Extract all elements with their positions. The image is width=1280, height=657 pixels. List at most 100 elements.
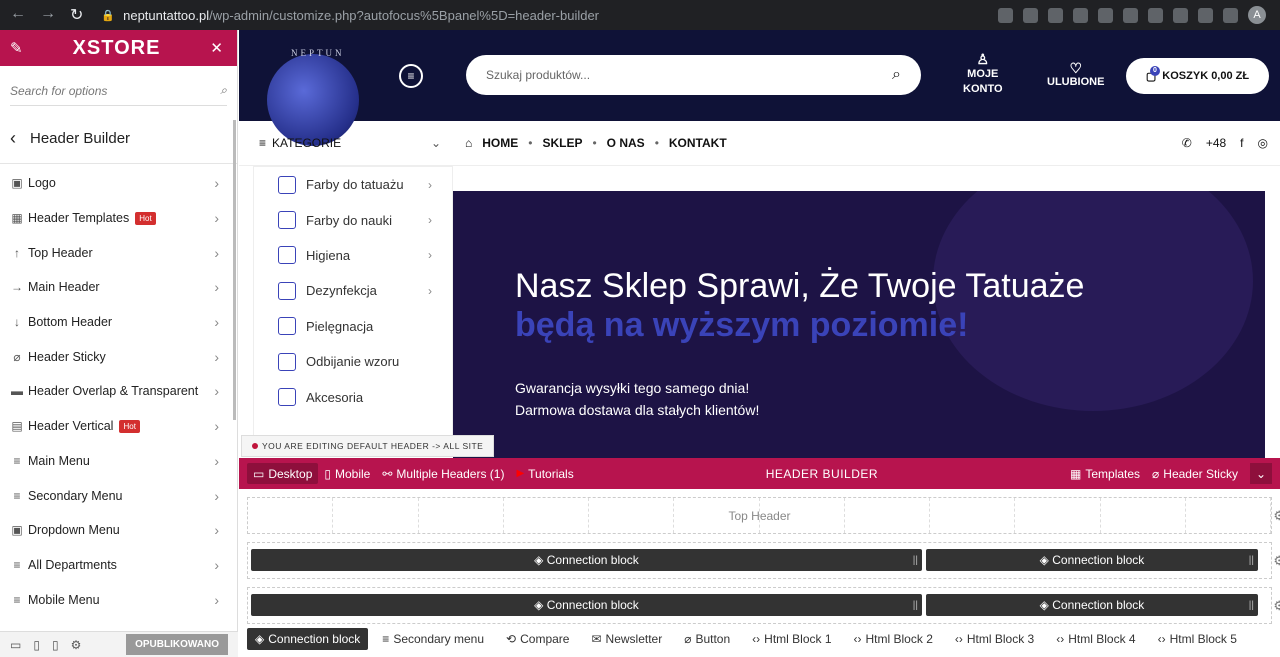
connection-block[interactable]: ◈ Connection block ||	[251, 594, 922, 616]
resize-handle[interactable]: ||	[1249, 555, 1254, 566]
phone-number[interactable]: +48	[1206, 136, 1226, 150]
back-icon[interactable]: ←	[10, 5, 26, 25]
available-elements: ◈ Connection block ≡ Secondary menu ⟲ Compa…	[247, 628, 1245, 650]
section-header[interactable]: ‹ Header Builder	[0, 114, 237, 164]
tab-desktop[interactable]: ▭ Desktop	[247, 463, 319, 484]
top-header-row[interactable]: Top Header ⚙	[247, 497, 1280, 534]
bottom-header-row[interactable]: ◈ Connection block || ◈ Connection block |…	[247, 587, 1280, 624]
category-item[interactable]: Farby do tatuażu ›	[254, 167, 452, 202]
sidebar-item[interactable]: ▤ Header Vertical Hot ›	[0, 409, 237, 444]
main-header-row[interactable]: ◈ Connection block || ◈ Connection block |…	[247, 542, 1280, 579]
chevron-down-icon: ⌄	[430, 136, 441, 150]
publish-button[interactable]: OPUBLIKOWANO	[126, 634, 228, 655]
wishlist-link[interactable]: ♡ ULUBIONE	[1047, 60, 1104, 88]
category-item[interactable]: Pielęgnacja	[254, 309, 452, 344]
extension-icon[interactable]	[1148, 7, 1163, 23]
instagram-icon[interactable]: ◎	[1258, 136, 1268, 150]
extension-icon[interactable]	[1098, 7, 1113, 23]
category-item[interactable]: Odbijanie wzoru	[254, 344, 452, 379]
sidebar-item[interactable]: ≡ All Departments ›	[0, 548, 237, 583]
tablet-preview-icon[interactable]: ▯	[33, 638, 40, 652]
site-search-input[interactable]: Szukaj produktów... ⌕	[466, 55, 921, 95]
sidebar-icon[interactable]	[1223, 7, 1238, 23]
tab-tutorials[interactable]: ▶ Tutorials	[510, 463, 579, 484]
resize-handle[interactable]: ||	[913, 555, 918, 566]
hamburger-menu-icon[interactable]: ≡	[399, 64, 423, 88]
header-sticky-button[interactable]: ⌀ Header Sticky	[1146, 463, 1244, 484]
connection-block[interactable]: ◈ Connection block ||	[251, 549, 922, 571]
nav-shop[interactable]: SKLEP	[542, 136, 582, 150]
options-list: ▣ Logo › ▦ Header Templates Hot › ↑ Top Header…	[0, 166, 237, 617]
sidebar-item[interactable]: ⌀ Header Sticky ›	[0, 339, 237, 374]
sidebar-item[interactable]: ▬ Header Overlap & Transparent ›	[0, 374, 237, 409]
chevron-right-icon: ›	[214, 348, 219, 365]
category-item[interactable]: Higiena ›	[254, 238, 452, 273]
puzzle-icon[interactable]	[1198, 7, 1213, 23]
nav-contact[interactable]: KONTAKT	[669, 136, 727, 150]
code-icon: ‹›	[1056, 632, 1065, 646]
sidebar-item[interactable]: ▣ Logo ›	[0, 166, 237, 201]
desktop-preview-icon[interactable]: ▭	[10, 638, 21, 652]
close-icon[interactable]: ✕	[210, 39, 223, 57]
share-icon[interactable]	[1023, 7, 1038, 23]
nav-about[interactable]: O NAS	[607, 136, 645, 150]
element-connection-block[interactable]: ◈ Connection block	[247, 628, 369, 650]
category-item[interactable]: Dezynfekcja ›	[254, 273, 452, 308]
avatar[interactable]: A	[1248, 6, 1266, 24]
cart-button[interactable]: ▢ 0 KOSZYK 0,00 ZŁ	[1126, 58, 1269, 94]
element-html-block-3[interactable]: ‹› Html Block 3	[947, 628, 1042, 650]
site-brand: NEPTUN	[291, 48, 345, 58]
reload-icon[interactable]: ↻	[70, 5, 83, 25]
resize-handle[interactable]: ||	[913, 600, 918, 611]
gear-icon[interactable]: ⚙	[1273, 553, 1280, 569]
sidebar-item[interactable]: ↓ Bottom Header ›	[0, 305, 237, 340]
search-icon[interactable]: ⌕	[892, 66, 901, 84]
sidebar-item[interactable]: ≡ Main Menu ›	[0, 444, 237, 479]
star-icon[interactable]	[1048, 7, 1063, 23]
pin-icon[interactable]: ✎	[10, 39, 23, 57]
gear-icon[interactable]: ⚙	[1273, 598, 1280, 614]
sidebar-item[interactable]: ≡ Secondary Menu ›	[0, 478, 237, 513]
sidebar-item[interactable]: ▣ Dropdown Menu ›	[0, 513, 237, 548]
sidebar-item[interactable]: ↑ Top Header ›	[0, 235, 237, 270]
templates-button[interactable]: ▦ Templates	[1064, 463, 1146, 484]
sidebar-item[interactable]: → Main Header ›	[0, 270, 237, 305]
sidebar-item[interactable]: ≡ Mobile Menu ›	[0, 582, 237, 617]
facebook-icon[interactable]: f	[1240, 136, 1243, 150]
connection-block[interactable]: ◈ Connection block ||	[926, 549, 1258, 571]
category-item[interactable]: Farby do nauki ›	[254, 202, 452, 237]
nav-home[interactable]: HOME	[482, 136, 518, 150]
element-html-block-2[interactable]: ‹› Html Block 2	[846, 628, 941, 650]
element-secondary-menu[interactable]: ≡ Secondary menu	[374, 628, 492, 650]
code-icon: ‹›	[853, 632, 862, 646]
element-button[interactable]: ⌀ Button	[676, 628, 738, 650]
collapse-chevron-icon[interactable]: ⌄	[1249, 463, 1272, 484]
sidebar-scrollbar[interactable]	[233, 120, 236, 420]
connection-block[interactable]: ◈ Connection block ||	[926, 594, 1258, 616]
tab-mobile[interactable]: ▯ Mobile	[318, 463, 376, 484]
resize-handle[interactable]: ||	[1249, 600, 1254, 611]
element-newsletter[interactable]: ✉ Newsletter	[583, 628, 670, 650]
categories-dropdown[interactable]: ≡ KATEGORIE ⌄	[239, 136, 449, 150]
sidebar-item[interactable]: ▦ Header Templates Hot ›	[0, 201, 237, 236]
extension-icon[interactable]	[1073, 7, 1088, 23]
options-search[interactable]: Search for options ⌕	[10, 76, 227, 106]
button-icon: ⌀	[684, 632, 692, 646]
ink-bottle-icon	[278, 175, 296, 194]
gear-icon[interactable]: ⚙	[1273, 508, 1280, 524]
tab-multiple-headers[interactable]: ⚯ Multiple Headers (1)	[376, 463, 510, 484]
gear-icon[interactable]: ⚙	[71, 638, 82, 652]
category-item[interactable]: Akcesoria	[254, 379, 452, 414]
forward-icon[interactable]: →	[40, 5, 56, 25]
element-html-block-5[interactable]: ‹› Html Block 5	[1150, 628, 1245, 650]
extension-icon[interactable]	[1123, 7, 1138, 23]
back-chevron-icon[interactable]: ‹	[10, 128, 16, 149]
account-link[interactable]: ♙ MOJE KONTO	[963, 52, 1003, 97]
translate-icon[interactable]	[998, 7, 1013, 23]
address-bar[interactable]: 🔒 neptuntattoo.pl /wp-admin/customize.ph…	[101, 0, 599, 30]
element-compare[interactable]: ⟲ Compare	[498, 628, 577, 650]
element-html-block-1[interactable]: ‹› Html Block 1	[744, 628, 839, 650]
element-html-block-4[interactable]: ‹› Html Block 4	[1048, 628, 1143, 650]
extension-icon[interactable]	[1173, 7, 1188, 23]
mobile-preview-icon[interactable]: ▯	[52, 638, 59, 652]
